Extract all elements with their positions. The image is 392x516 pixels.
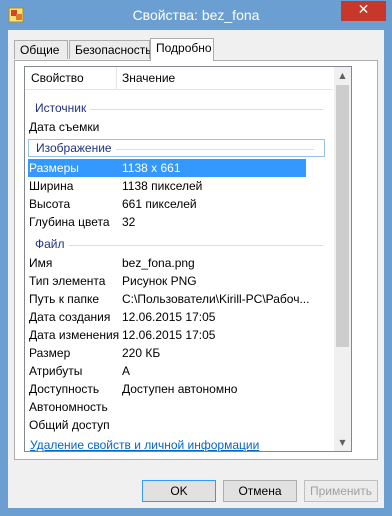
column-divider[interactable] (116, 67, 117, 89)
tab-security[interactable]: Безопасность (69, 40, 152, 59)
property-name: Высота (29, 197, 71, 211)
row-size[interactable]: Размер 220 КБ (25, 344, 333, 362)
row-date-modified[interactable]: Дата изменения 12.06.2015 17:05 (25, 326, 333, 344)
row-name[interactable]: Имя bez_fona.png (25, 254, 333, 272)
property-name: Атрибуты (29, 364, 83, 378)
property-value: 661 пикселей (122, 197, 197, 211)
ok-button[interactable]: OK (142, 480, 216, 502)
group-source[interactable]: Источник (25, 99, 333, 117)
column-value[interactable]: Значение (122, 71, 175, 85)
group-label: Источник (35, 101, 91, 115)
row-bit-depth[interactable]: Глубина цвета 32 (25, 213, 333, 231)
row-availability[interactable]: Доступность Доступен автономно (25, 380, 333, 398)
row-item-type[interactable]: Тип элемента Рисунок PNG (25, 272, 333, 290)
property-name: Размер (29, 346, 71, 360)
property-name: Размеры (29, 161, 79, 175)
property-name: Дата изменения (29, 328, 120, 342)
row-attributes[interactable]: Атрибуты A (25, 362, 333, 380)
row-date-taken[interactable]: Дата съемки (25, 118, 333, 136)
scroll-thumb[interactable] (336, 85, 349, 347)
property-value: 12.06.2015 17:05 (122, 328, 216, 342)
property-name: Ширина (29, 179, 74, 193)
group-label: Изображение (36, 141, 116, 155)
row-width[interactable]: Ширина 1138 пикселей (25, 177, 333, 195)
close-button[interactable]: ✕ (341, 1, 386, 21)
column-header: Свойство Значение (25, 67, 333, 90)
vertical-scrollbar[interactable]: ▲ ▼ (334, 67, 351, 451)
property-name: Общий доступ (29, 418, 110, 432)
tab-details[interactable]: Подробно (150, 38, 214, 61)
tab-general[interactable]: Общие (14, 40, 68, 59)
property-value: bez_fona.png (122, 256, 195, 270)
apply-button[interactable]: Применить (304, 480, 378, 502)
scroll-up-arrow-icon[interactable]: ▲ (334, 67, 351, 84)
property-value: A (122, 364, 131, 378)
row-offline-status[interactable]: Автономность (25, 398, 333, 416)
cancel-button[interactable]: Отмена (223, 480, 297, 502)
property-value: 12.06.2015 17:05 (122, 310, 216, 324)
property-value: 32 (122, 215, 136, 229)
title-bar[interactable]: Свойства: bez_fona ✕ (0, 0, 392, 30)
property-value: C:\Пользователи\Kirill-PC\Рабоч... (122, 292, 310, 306)
row-date-created[interactable]: Дата создания 12.06.2015 17:05 (25, 308, 333, 326)
group-image[interactable]: Изображение (28, 139, 325, 157)
column-property[interactable]: Свойство (31, 71, 84, 85)
property-name: Дата создания (29, 310, 111, 324)
row-folder-path[interactable]: Путь к папке C:\Пользователи\Kirill-PC\Р… (25, 290, 333, 308)
property-name: Доступность (29, 382, 100, 396)
row-height[interactable]: Высота 661 пикселей (25, 195, 333, 213)
remove-properties-link[interactable]: Удаление свойств и личной информации (30, 438, 259, 452)
property-name: Путь к папке (29, 292, 100, 306)
dialog-client: Общие Безопасность Подробно Свойство Зна… (8, 30, 384, 508)
property-name: Имя (29, 256, 53, 270)
window-title: Свойства: bez_fona (132, 7, 260, 23)
property-name: Глубина цвета (29, 215, 110, 229)
property-name: Тип элемента (29, 274, 106, 288)
properties-window: Свойства: bez_fona ✕ Общие Безопасность … (0, 0, 392, 516)
group-file[interactable]: Файл (25, 235, 333, 253)
property-value: Рисунок PNG (122, 274, 197, 288)
property-list[interactable]: Свойство Значение Источник Дата съемки И… (24, 66, 352, 452)
property-value: Доступен автономно (122, 382, 238, 396)
property-name: Автономность (29, 400, 108, 414)
property-value: 1138 пикселей (122, 179, 203, 193)
row-dimensions[interactable]: Размеры 1138 x 661 (28, 159, 306, 177)
group-divider (35, 245, 323, 246)
row-shared-with[interactable]: Общий доступ (25, 416, 333, 434)
scroll-down-arrow-icon[interactable]: ▼ (334, 434, 351, 451)
property-value: 1138 x 661 (122, 161, 181, 175)
property-name: Дата съемки (29, 120, 100, 134)
property-value: 220 КБ (122, 346, 161, 360)
group-label: Файл (35, 237, 69, 251)
